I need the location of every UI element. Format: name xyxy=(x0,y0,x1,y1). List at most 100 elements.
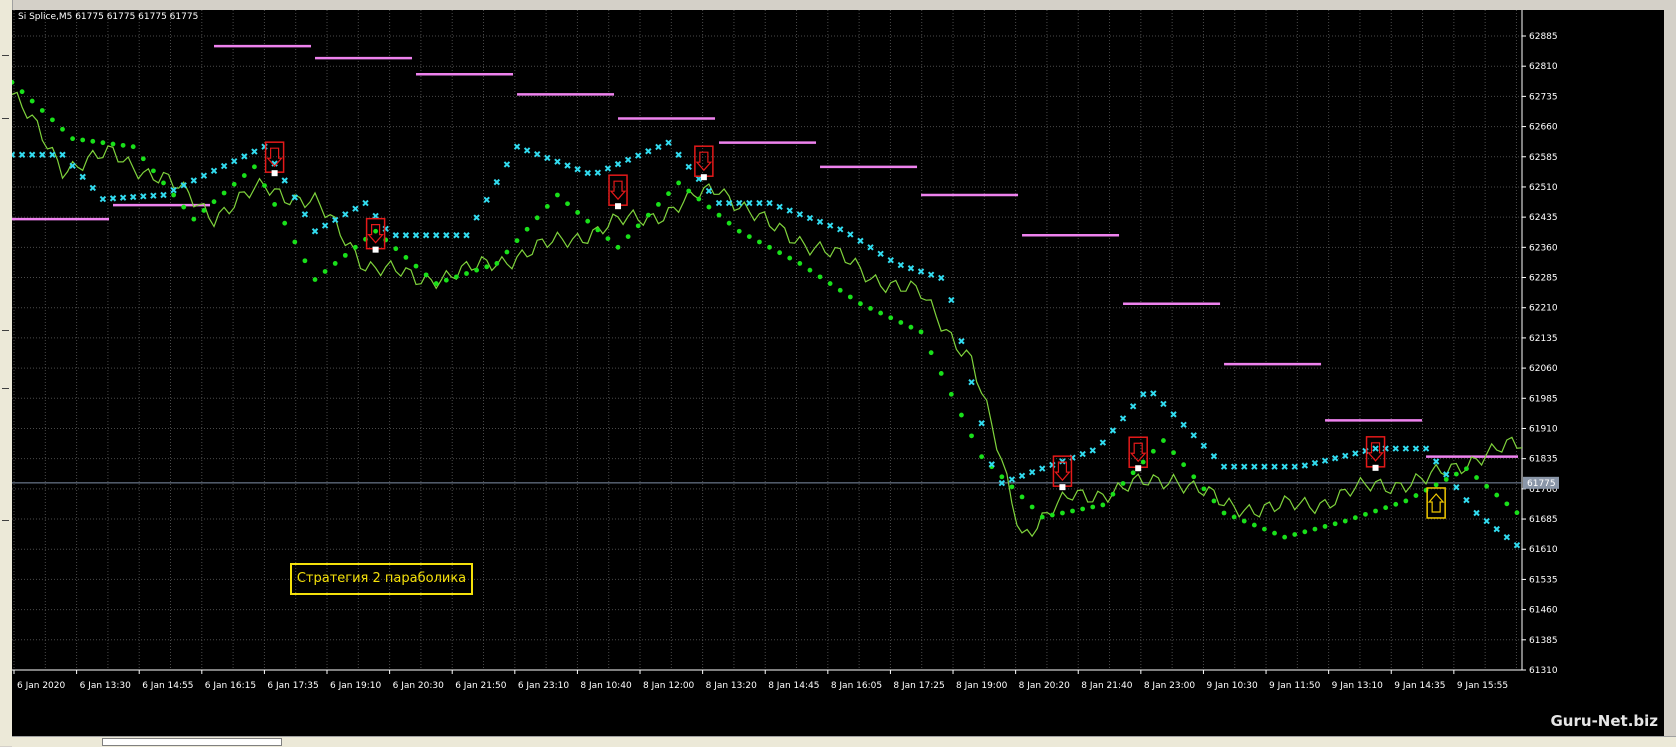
parabolic-cyan-point xyxy=(1160,400,1167,408)
price-tick-label: 62060 xyxy=(1529,364,1558,374)
parabolic-green-point xyxy=(888,315,894,321)
parabolic-cyan-point xyxy=(150,192,157,199)
entry-point-marker xyxy=(700,174,707,181)
parabolic-cyan-point xyxy=(281,177,288,184)
parabolic-cyan-point xyxy=(695,175,703,183)
parabolic-cyan-point xyxy=(422,232,430,239)
parabolic-green-point xyxy=(726,220,732,226)
parabolic-cyan-point xyxy=(867,244,874,251)
parabolic-green-point xyxy=(393,246,399,252)
parabolic-cyan-point xyxy=(1473,509,1480,517)
price-tick-label: 61835 xyxy=(1529,455,1558,465)
parabolic-green-point xyxy=(1100,502,1106,508)
parabolic-green-point xyxy=(1433,482,1439,488)
current-price-label: 61775 xyxy=(1527,479,1556,489)
entry-point-marker xyxy=(1059,484,1066,491)
chart-canvas[interactable]: 62885 62810 62735 62660 62585 62510 62435 62360… xyxy=(12,10,1664,736)
parabolic-green-point xyxy=(1231,514,1237,520)
parabolic-cyan-point xyxy=(1109,427,1117,434)
price-tick-label: 61985 xyxy=(1529,394,1558,404)
parabolic-cyan-point xyxy=(534,151,541,158)
parabolic-green-point xyxy=(1464,466,1469,472)
parabolic-green-point xyxy=(1453,471,1459,477)
parabolic-green-point xyxy=(1484,483,1490,489)
entry-point-marker xyxy=(271,170,278,177)
parabolic-green-point xyxy=(1403,498,1409,504)
parabolic-green-point xyxy=(514,238,520,244)
time-tick-label: 6 Jan 20:30 xyxy=(393,681,445,691)
parabolic-cyan-point xyxy=(513,143,521,150)
time-tick-label: 6 Jan 16:15 xyxy=(205,681,256,691)
parabolic-green-point xyxy=(191,216,197,222)
parabolic-cyan-point xyxy=(220,162,228,170)
parabolic-cyan-point xyxy=(796,211,804,218)
parabolic-cyan-point xyxy=(614,160,622,168)
parabolic-cyan-point xyxy=(49,151,56,158)
parabolic-green-point xyxy=(413,263,419,269)
parabolic-cyan-point xyxy=(311,228,319,235)
parabolic-green-point xyxy=(575,210,581,215)
parabolic-green-point xyxy=(443,277,449,283)
parabolic-cyan-point xyxy=(826,222,834,229)
parabolic-cyan-point xyxy=(1140,391,1147,398)
parabolic-cyan-point xyxy=(1342,452,1349,460)
time-tick-label: 6 Jan 14:55 xyxy=(142,681,193,691)
price-chart[interactable]: 62885 62810 62735 62660 62585 62510 62435 62360… xyxy=(12,10,1664,736)
parabolic-cyan-point xyxy=(847,231,854,238)
parabolic-cyan-point xyxy=(342,211,349,218)
parabolic-cyan-point xyxy=(715,199,723,207)
parabolic-green-point xyxy=(29,98,35,104)
entry-point-marker xyxy=(1135,465,1142,472)
time-tick-label: 6 Jan 19:10 xyxy=(330,681,382,691)
parabolic-cyan-point xyxy=(1210,453,1218,460)
parabolic-green-point xyxy=(211,199,217,205)
parabolic-green-point xyxy=(1504,501,1510,507)
parabolic-cyan-point xyxy=(907,265,915,272)
parabolic-cyan-point xyxy=(1321,457,1329,464)
chart-tab[interactable] xyxy=(102,738,282,746)
parabolic-cyan-point xyxy=(1432,458,1440,465)
parabolic-cyan-point xyxy=(776,203,783,211)
parabolic-cyan-point xyxy=(927,271,935,278)
parabolic-green-point xyxy=(90,138,96,144)
parabolic-cyan-point xyxy=(766,199,773,207)
parabolic-green-point xyxy=(130,144,136,150)
parabolic-cyan-point xyxy=(917,268,925,275)
entry-point-marker xyxy=(1372,464,1379,471)
parabolic-green-point xyxy=(908,324,914,330)
parabolic-green-point xyxy=(1201,486,1207,492)
time-tick-label: 8 Jan 13:20 xyxy=(706,681,758,691)
parabolic-green-point xyxy=(969,433,974,439)
parabolic-cyan-point xyxy=(1180,421,1187,429)
sell-signal-marker xyxy=(608,174,628,206)
parabolic-cyan-point xyxy=(1200,442,1208,449)
parabolic-cyan-point xyxy=(372,212,379,220)
price-series-line xyxy=(12,91,1523,538)
parabolic-green-point xyxy=(1393,501,1399,507)
parabolic-green-point xyxy=(1130,470,1136,476)
parabolic-green-point xyxy=(656,201,661,207)
parabolic-green-point xyxy=(635,223,641,229)
parabolic-cyan-point xyxy=(1230,463,1238,470)
time-tick-label: 8 Jan 10:40 xyxy=(580,681,632,691)
parabolic-cyan-point xyxy=(1483,517,1490,525)
bottom-tab-strip xyxy=(12,736,1676,747)
sell-arrow-icon xyxy=(367,224,384,244)
parabolic-green-point xyxy=(555,192,560,198)
entry-point-marker xyxy=(615,203,622,210)
parabolic-green-point xyxy=(60,126,65,132)
time-tick-label: 9 Jan 15:55 xyxy=(1457,681,1508,691)
parabolic-cyan-point xyxy=(230,157,238,165)
price-tick-label: 62285 xyxy=(1529,274,1558,284)
parabolic-cyan-point xyxy=(685,163,692,171)
time-tick-label: 6 Jan 23:10 xyxy=(518,681,570,691)
parabolic-green-point xyxy=(534,215,540,221)
parabolic-green-point xyxy=(252,164,257,170)
parabolic-green-point xyxy=(1221,510,1227,516)
parabolic-green-point xyxy=(625,234,631,239)
parabolic-cyan-point xyxy=(655,143,662,151)
parabolic-green-point xyxy=(433,281,439,286)
parabolic-cyan-point xyxy=(564,162,571,169)
parabolic-cyan-point xyxy=(756,199,763,207)
parabolic-cyan-point xyxy=(1150,390,1157,397)
